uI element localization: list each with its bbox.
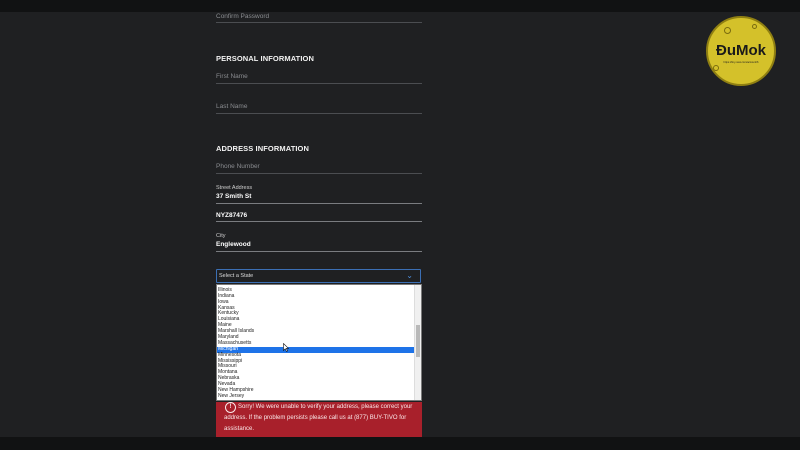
last-name-underline	[216, 113, 422, 114]
state-dropdown-list[interactable]: Idaho Illinois Indiana Iowa Kansas Kentucky Lo…	[216, 284, 422, 401]
city-field[interactable]: City Englewood	[216, 233, 422, 248]
first-name-underline	[216, 83, 422, 84]
chevron-down-icon: ⌄	[406, 271, 413, 280]
state-select-value: Select a State	[219, 273, 254, 279]
phone-number-placeholder: Phone Number	[216, 163, 260, 170]
bottom-bar	[0, 437, 800, 450]
mouse-cursor-icon	[283, 343, 289, 352]
first-name-placeholder: First Name	[216, 73, 248, 80]
badge-dot	[724, 27, 731, 34]
last-name-field[interactable]: Last Name	[216, 103, 422, 110]
last-name-placeholder: Last Name	[216, 103, 248, 110]
scrollbar-thumb[interactable]	[416, 325, 420, 357]
address-line2-value: NYZ87476	[216, 212, 248, 219]
city-label: City	[216, 233, 226, 239]
first-name-field[interactable]: First Name	[216, 73, 422, 80]
address-error-alert: ! Sorry! We were unable to verify your a…	[216, 402, 422, 437]
street-address-field[interactable]: Street Address 37 Smith St	[216, 185, 422, 200]
confirm-password-field[interactable]: Confirm Password	[216, 13, 422, 20]
watermark-logo: ĐuMok https://tiny-new.com/account/6	[706, 16, 776, 86]
address-line2-field[interactable]: NYZ87476	[216, 212, 422, 219]
error-message: Sorry! We were unable to verify your add…	[224, 404, 413, 432]
personal-section-title: PERSONAL INFORMATION	[216, 54, 314, 63]
watermark-url: https://tiny-new.com/account/6	[723, 61, 759, 64]
city-value: Englewood	[216, 241, 251, 248]
state-option[interactable]: New Jersey	[217, 393, 416, 400]
phone-number-underline	[216, 173, 422, 174]
address-line2-underline	[216, 221, 422, 222]
street-address-label: Street Address	[216, 185, 253, 191]
dropdown-scrollbar[interactable]	[414, 285, 421, 400]
street-address-underline	[216, 203, 422, 204]
state-options: Idaho Illinois Indiana Iowa Kansas Kentucky Lo…	[217, 285, 416, 400]
watermark-brand: ĐuMok	[716, 42, 766, 59]
badge-dot	[713, 65, 719, 71]
top-bar	[0, 0, 800, 12]
city-underline	[216, 251, 422, 252]
confirm-password-placeholder: Confirm Password	[216, 13, 270, 20]
phone-number-field[interactable]: Phone Number	[216, 163, 422, 170]
confirm-password-underline	[216, 22, 422, 23]
street-address-value: 37 Smith St	[216, 193, 252, 200]
state-select[interactable]: Select a State ⌄	[216, 269, 421, 283]
badge-dot	[752, 24, 757, 29]
address-section-title: ADDRESS INFORMATION	[216, 144, 310, 153]
